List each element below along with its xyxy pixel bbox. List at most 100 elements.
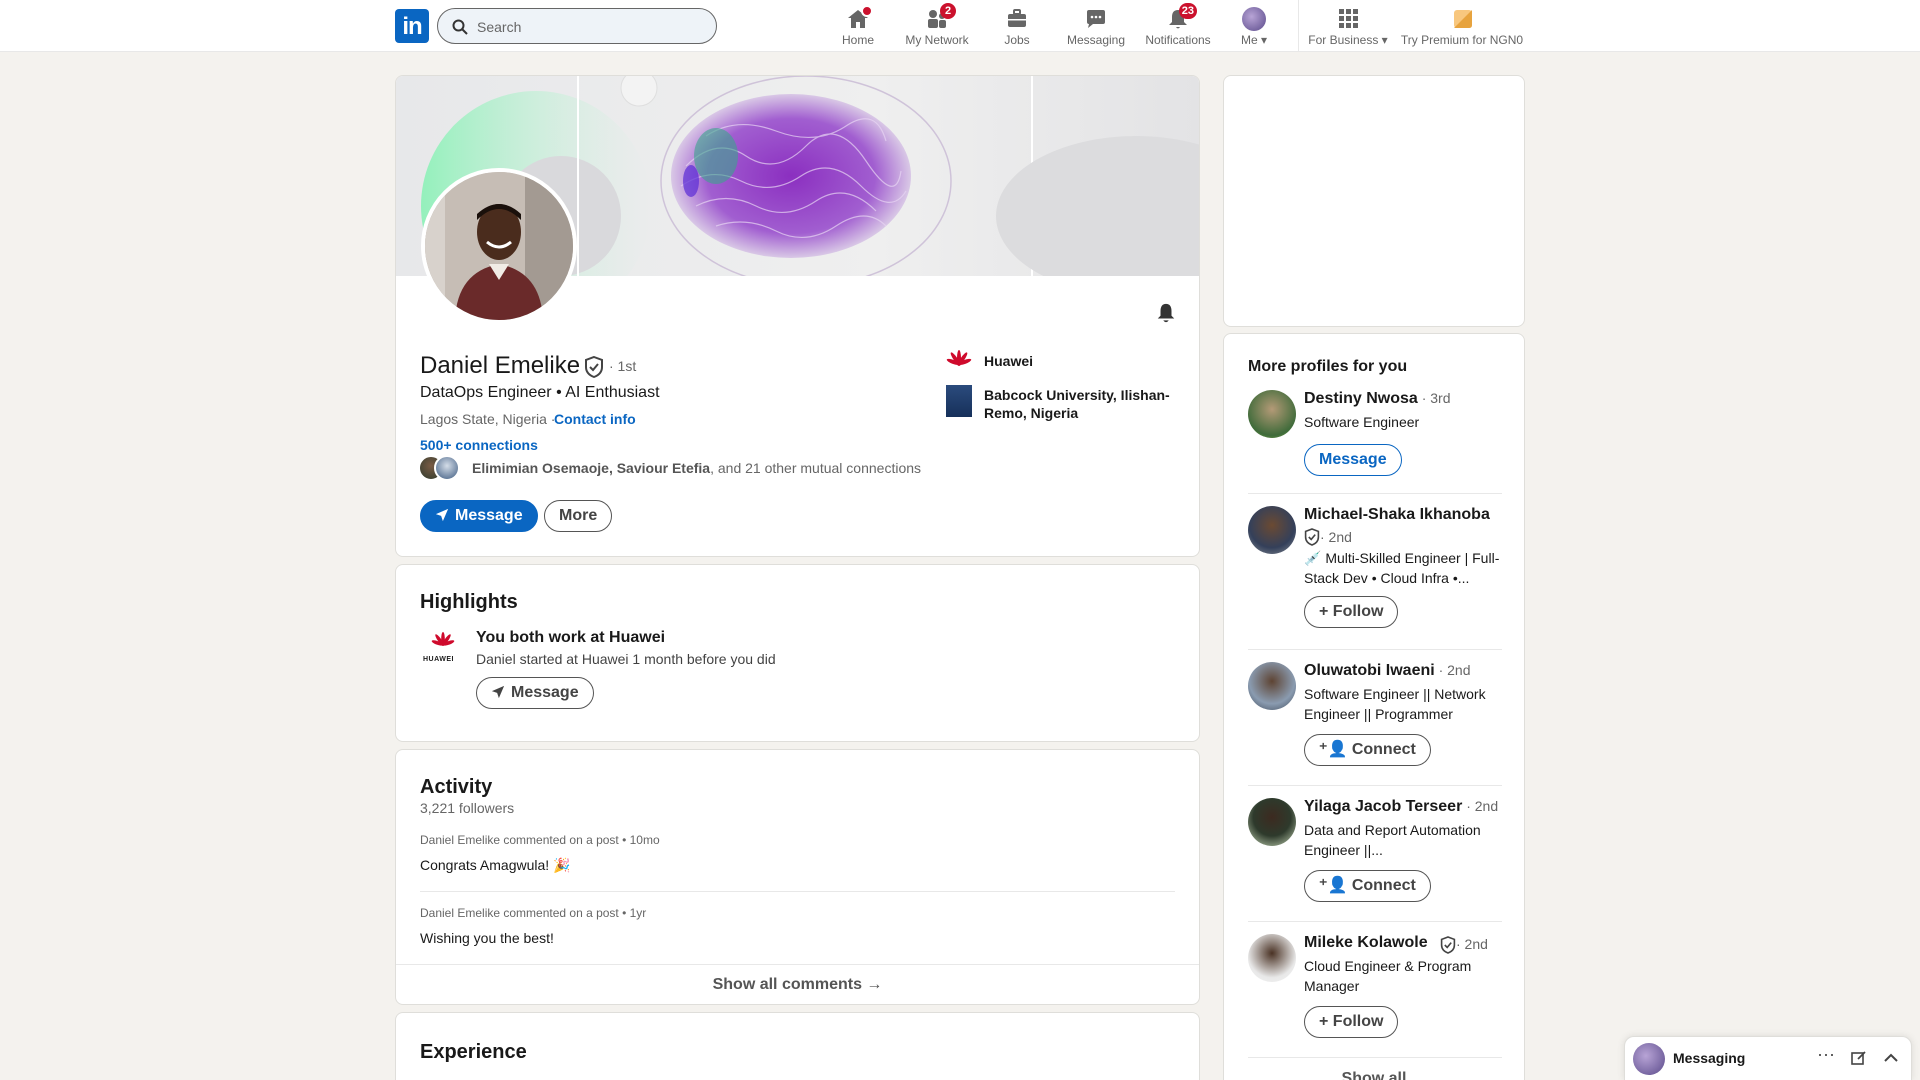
highlight-message-label: Message (511, 684, 579, 701)
home-icon (845, 5, 873, 31)
current-company[interactable]: Huawei (984, 353, 1033, 369)
more-options-icon[interactable]: ⋯ (1817, 1045, 1835, 1066)
linkedin-logo[interactable]: in (395, 9, 429, 43)
button-label: Follow (1332, 1013, 1384, 1030)
chevron-up-icon[interactable] (1883, 1051, 1899, 1065)
suggestion-avatar[interactable] (1248, 390, 1296, 438)
send-icon (491, 685, 505, 699)
nav-messaging[interactable]: Messaging (1066, 5, 1126, 47)
nav-notifications[interactable]: 23 Notifications (1142, 3, 1214, 47)
premium-icon (1449, 7, 1475, 31)
person-degree: · 2nd (1434, 662, 1471, 678)
nav-label: For Business (1308, 33, 1379, 47)
person-degree: · 2nd (1462, 798, 1499, 814)
me-avatar (1242, 7, 1266, 31)
highlights-card: Highlights HUAWEI You both work at Huawe… (395, 564, 1200, 742)
jobs-icon (1004, 7, 1030, 31)
profile-suggestion: Yilaga Jacob Terseer · 2nd Data and Repo… (1248, 798, 1502, 902)
more-button[interactable]: More (544, 500, 613, 532)
message-button-label: Message (455, 507, 523, 524)
experience-title: Experience (420, 1041, 527, 1063)
more-button-label: More (559, 507, 598, 524)
messaging-icon (1083, 7, 1109, 31)
suggestion-message-button[interactable]: Message (1304, 444, 1402, 476)
highlight-detail: Daniel started at Huawei 1 month before … (476, 651, 776, 667)
show-all-profiles-button[interactable]: Show all (1224, 1070, 1524, 1080)
profile-card: Daniel Emelike · 1st DataOps Engineer • … (395, 75, 1200, 557)
connection-degree: · 1st (609, 358, 637, 374)
person-degree: · 3rd (1417, 390, 1451, 406)
suggestion-follow-button[interactable]: + Follow (1304, 596, 1399, 628)
suggestion-degree: · 2nd (1320, 529, 1352, 545)
suggestion-headline: Cloud Engineer & Program Manager (1304, 958, 1472, 994)
nav-label: Home (841, 33, 874, 47)
bell-icon: 23 (1165, 3, 1197, 31)
suggestion-name[interactable]: Mileke Kolawole (1304, 934, 1428, 952)
profile-avatar[interactable] (421, 168, 577, 324)
highlight-message-button[interactable]: Message (476, 677, 594, 709)
highlights-title: Highlights (420, 591, 518, 613)
suggestion-name[interactable]: Yilaga Jacob Terseer · 2nd (1304, 798, 1498, 816)
divider (420, 891, 1175, 892)
profile-headline: DataOps Engineer • AI Enthusiast (420, 384, 660, 401)
divider (1248, 921, 1502, 922)
show-all-comments-button[interactable]: Show all comments → (396, 964, 1199, 1004)
education[interactable]: Babcock University, Ilishan-Remo, Nigeri… (984, 386, 1174, 422)
suggestion-avatar[interactable] (1248, 798, 1296, 846)
activity-card: Activity 3,221 followers Daniel Emelike … (395, 749, 1200, 1005)
caret-down-icon: ▾ (1381, 33, 1388, 47)
highlight-heading: You both work at Huawei (476, 629, 666, 646)
suggestion-avatar[interactable] (1248, 662, 1296, 710)
nav-label: Me (1240, 33, 1258, 47)
connect-icon: ⁺👤 (1319, 877, 1352, 894)
messaging-overlay[interactable]: Messaging ⋯ (1624, 1036, 1912, 1080)
suggestion-connect-button[interactable]: ⁺👤 Connect (1304, 870, 1431, 902)
verified-badge-icon (1440, 936, 1456, 954)
suggestion-avatar[interactable] (1248, 934, 1296, 982)
divider (1248, 1057, 1502, 1058)
button-label: Follow (1332, 603, 1384, 620)
followers-count: 3,221 followers (420, 800, 515, 816)
nav-home[interactable]: Home (838, 5, 878, 47)
network-badge: 2 (940, 3, 956, 19)
nav-for-business[interactable]: For Business ▾ (1306, 5, 1390, 47)
suggestion-connect-button[interactable]: ⁺👤 Connect (1304, 734, 1431, 766)
profile-location: Lagos State, Nigeria · (420, 411, 556, 427)
nav-divider (1298, 0, 1299, 52)
activity-comment[interactable]: Congrats Amagwula! 🎉 (420, 857, 571, 874)
nav-me[interactable]: Me ▾ (1236, 5, 1272, 47)
suggestion-name[interactable]: Oluwatobi Iwaeni · 2nd (1304, 662, 1471, 680)
suggestion-name[interactable]: Michael-Shaka Ikhanoba (1304, 506, 1490, 524)
divider (1248, 649, 1502, 650)
me-avatar (1633, 1043, 1665, 1075)
profile-suggestion: Oluwatobi Iwaeni · 2nd Software Engineer… (1248, 662, 1502, 766)
message-button[interactable]: Message (420, 500, 538, 532)
search-input[interactable]: Search (437, 8, 717, 44)
suggestion-avatar[interactable] (1248, 506, 1296, 554)
compose-icon[interactable] (1851, 1050, 1867, 1066)
suggestion-follow-button[interactable]: + Follow (1304, 1006, 1399, 1038)
huawei-logo-icon (431, 632, 455, 646)
notification-bell-icon[interactable] (1155, 302, 1177, 324)
suggestion-degree: · 2nd (1456, 936, 1488, 952)
nav-jobs[interactable]: Jobs (1001, 5, 1033, 47)
nav-premium[interactable]: Try Premium for NGN0 (1400, 5, 1524, 47)
mutual-connections-link[interactable]: Elimimian Osemaoje, Saviour Etefia, and … (472, 460, 921, 476)
connect-icon: ⁺👤 (1319, 741, 1352, 758)
nav-label: Messaging (1066, 33, 1126, 47)
verified-badge-icon[interactable] (584, 356, 604, 378)
more-profiles-title: More profiles for you (1248, 358, 1408, 375)
suggestion-headline: Data and Report Automation Engineer ||..… (1304, 822, 1481, 858)
connections-link[interactable]: 500+ connections (420, 437, 538, 453)
plus-icon: + (1319, 603, 1333, 620)
nav-my-network[interactable]: 2 My Network (902, 3, 972, 47)
suggestion-name[interactable]: Destiny Nwosa · 3rd (1304, 390, 1451, 408)
activity-comment[interactable]: Wishing you the best! (420, 930, 554, 946)
contact-info-link[interactable]: Contact info (554, 411, 636, 427)
profile-suggestion: Destiny Nwosa · 3rd Software Engineer Me… (1248, 390, 1502, 482)
divider (1248, 785, 1502, 786)
network-icon: 2 (924, 3, 956, 31)
search-placeholder: Search (477, 19, 522, 35)
divider (1248, 493, 1502, 494)
caret-down-icon: ▾ (1260, 33, 1268, 47)
